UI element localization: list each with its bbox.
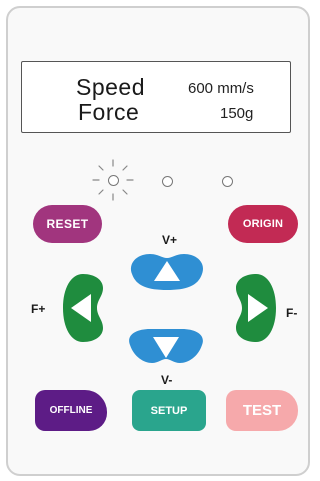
v-plus-button[interactable] [126,248,208,294]
offline-button[interactable]: OFFLINE [35,390,107,431]
v-minus-button[interactable] [124,325,208,371]
speed-value: 600 mm/s [188,80,254,97]
test-button[interactable]: TEST [226,390,298,431]
speed-label: Speed [76,74,146,100]
v-plus-label: V+ [162,233,178,247]
status-led [162,176,173,187]
reset-button[interactable]: RESET [33,205,102,243]
force-value: 150g [220,105,254,122]
force-label: Force [78,99,140,125]
f-minus-button[interactable] [232,270,280,346]
status-led [222,176,233,187]
origin-button[interactable]: ORIGIN [228,205,298,243]
f-plus-label: F+ [31,302,46,316]
triangle-right-icon [236,274,276,342]
triangle-up-icon [130,254,204,290]
setup-button[interactable]: SETUP [132,390,206,431]
triangle-left-icon [63,274,103,342]
f-plus-button[interactable] [59,270,107,346]
f-minus-label: F- [286,306,298,320]
v-minus-label: V- [161,373,173,387]
power-led [108,175,119,186]
lcd-display: Speed 600 mm/s Force 150g [21,61,291,133]
triangle-down-icon [129,329,203,363]
